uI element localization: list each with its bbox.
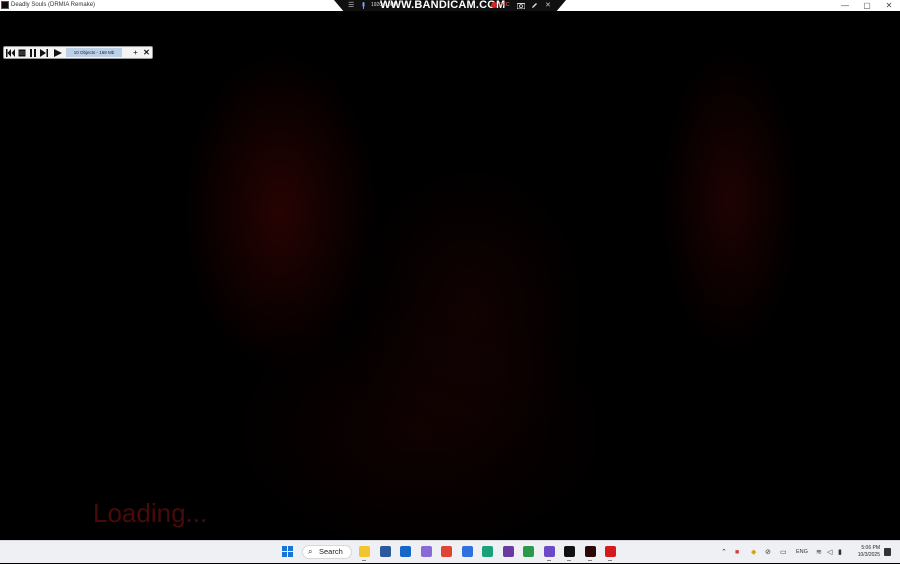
rec-label: REC — [499, 2, 510, 8]
search-label: Search — [319, 547, 343, 556]
running-indicator — [567, 560, 571, 561]
app-icon — [1, 1, 9, 9]
loading-text: Loading... — [93, 498, 208, 528]
debug-toolbar: 10 Objects - 168 Mb + ✕ — [3, 46, 153, 59]
taskbar: ⌕ Search ⌃ ■ ◆ ⊘ ▭ ENG ≋ ◁ ▮ 5:06 PM 10/… — [0, 540, 900, 563]
running-indicator — [588, 560, 592, 561]
taskbar-app-bandicam-icon[interactable] — [605, 546, 616, 557]
keyboard-icon[interactable]: ▭ — [780, 541, 787, 564]
search-icon: ⌕ — [308, 547, 313, 556]
taskbar-app-todo-icon[interactable] — [462, 546, 473, 557]
tray-shield-icon[interactable]: ◆ — [751, 541, 756, 564]
maximize-button[interactable]: ▢ — [856, 0, 878, 11]
running-indicator — [547, 560, 551, 561]
menu-icon[interactable]: ☰ — [348, 0, 354, 11]
add-button[interactable]: + — [130, 47, 141, 59]
volume-icon[interactable]: ◁ — [827, 541, 832, 564]
taskbar-app-game-window-icon[interactable] — [585, 546, 596, 557]
taskbar-app-headphones-app-icon[interactable] — [544, 546, 555, 557]
taskbar-app-office-icon[interactable] — [441, 546, 452, 557]
game-viewport[interactable] — [0, 11, 900, 540]
close-button[interactable]: ✕ — [878, 0, 900, 11]
clock[interactable]: 5:06 PM 10/3/2025 — [852, 545, 880, 559]
minimize-button[interactable]: — — [834, 0, 856, 11]
taskbar-app-copilot-icon[interactable] — [421, 546, 432, 557]
taskbar-search[interactable]: ⌕ Search — [302, 545, 352, 559]
step-icon[interactable] — [39, 47, 50, 61]
running-indicator — [362, 560, 366, 561]
taskbar-app-app-purple-icon[interactable] — [503, 546, 514, 557]
clock-time: 5:06 PM — [861, 545, 880, 551]
running-indicator — [608, 560, 612, 561]
clock-date: 10/3/2025 — [857, 552, 880, 558]
rewind-icon[interactable] — [5, 47, 16, 61]
tray-no-sync-icon[interactable]: ⊘ — [765, 541, 771, 564]
close-icon[interactable]: ✕ — [545, 0, 551, 11]
windows-start-icon[interactable] — [282, 546, 293, 557]
wifi-icon[interactable]: ≋ — [816, 541, 822, 564]
taskbar-app-chrome-icon[interactable] — [523, 546, 534, 557]
notification-icon[interactable] — [884, 548, 891, 556]
language-indicator[interactable]: ENG — [796, 541, 808, 564]
taskbar-app-store-icon[interactable] — [380, 546, 391, 557]
tray-app-icon[interactable]: ■ — [735, 541, 739, 564]
record-icon[interactable] — [491, 2, 497, 8]
chevron-up-icon[interactable]: ⌃ — [721, 541, 727, 564]
taskbar-app-outlook-icon[interactable] — [400, 546, 411, 557]
battery-icon[interactable]: ▮ — [838, 541, 842, 564]
taskbar-app-pycharm-icon[interactable] — [564, 546, 575, 557]
window-title: Deadly Souls (DRMIA Remake) — [11, 2, 96, 8]
play-icon[interactable] — [52, 47, 63, 61]
taskbar-app-file-explorer-icon[interactable] — [359, 546, 370, 557]
pause-icon[interactable] — [27, 47, 38, 61]
toolbar-close-button[interactable]: ✕ — [141, 47, 152, 59]
stop-icon[interactable] — [16, 47, 27, 61]
object-count-status: 10 Objects - 168 Mb — [66, 48, 122, 57]
taskbar-app-edge-icon[interactable] — [482, 546, 493, 557]
